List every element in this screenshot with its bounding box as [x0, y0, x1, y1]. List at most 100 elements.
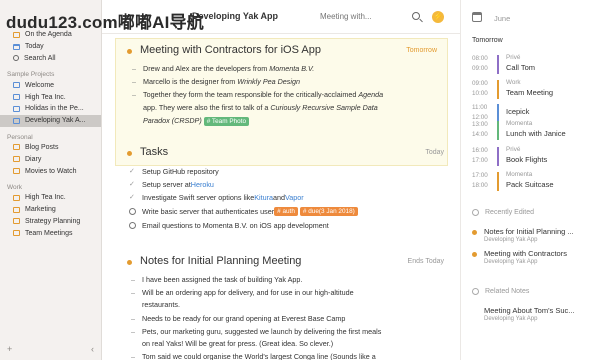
note-dot-icon [127, 260, 132, 265]
page-title: Developing Yak App [192, 11, 279, 21]
sidebar-item-label: Team Meetings [25, 229, 73, 237]
recently-edited-header: Recently Edited [472, 209, 534, 216]
task-item[interactable]: Write basic server that authenticates us… [129, 207, 358, 216]
sidebar-item-team-meetings[interactable]: Team Meetings [0, 227, 101, 239]
event-color-bar [497, 121, 499, 140]
notebook-icon [13, 194, 20, 201]
task-item[interactable]: ✓ Setup server at Heroku [129, 180, 214, 189]
note-line: – Together they form the team responsible… [132, 90, 384, 99]
sidebar-item-label: Holidas in the Pe... [25, 105, 84, 113]
link-vapor[interactable]: Vapor [285, 193, 304, 202]
project-icon [13, 117, 20, 124]
calendar-event[interactable]: 13:00 14:00 Momenta Lunch with Janice [472, 120, 598, 142]
right-panel: June Tomorrow 08:00 09:00 Privé Call Tom … [460, 0, 600, 360]
sidebar-section-work: Work [7, 183, 23, 191]
sidebar-item-search-all[interactable]: Search All [0, 53, 101, 65]
note-line: restaurants. [142, 300, 180, 309]
note-dot-icon [472, 252, 477, 257]
sidebar-section-sample-projects: Sample Projects [7, 71, 55, 79]
note-title: Notes for Initial Planning Meeting [140, 255, 302, 267]
tag-auth[interactable]: # auth [274, 207, 298, 216]
note-date[interactable]: Today [425, 149, 444, 156]
sidebar-item-label: Today [25, 43, 44, 51]
calendar-icon [13, 43, 20, 50]
calendar-event[interactable]: 17:00 18:00 Momenta Pack Suitcase [472, 171, 598, 193]
sidebar-item-welcome[interactable]: Welcome [0, 79, 101, 91]
sidebar-item-label: Blog Posts [25, 143, 59, 151]
checkbox-icon[interactable] [129, 208, 136, 215]
add-project-button[interactable]: + [7, 344, 12, 354]
link-icon [472, 288, 479, 295]
notebook-icon [13, 144, 20, 151]
checkmark-icon[interactable]: ✓ [129, 194, 136, 201]
calendar-event[interactable]: 08:00 09:00 Privé Call Tom [472, 54, 598, 76]
search-input[interactable] [320, 10, 384, 23]
sidebar-item-diary[interactable]: Diary [0, 153, 101, 165]
sidebar-item-label: High Tea Inc. [25, 93, 66, 101]
calendar-event[interactable]: 16:00 17:00 Privé Book Flights [472, 146, 598, 168]
event-color-bar [497, 80, 499, 99]
sidebar-item-blog-posts[interactable]: Blog Posts [0, 142, 101, 154]
sidebar-item-marketing[interactable]: Marketing [0, 204, 101, 216]
sidebar-item-label: Developing Yak A... [25, 117, 86, 125]
search-icon[interactable] [412, 12, 420, 20]
project-icon [13, 94, 20, 101]
search-icon [13, 55, 19, 62]
note-line: – Drew and Alex are the developers from M… [132, 64, 315, 73]
sidebar-footer: + ‹ [7, 344, 94, 354]
note-line: on real Yaks! Will be great for press. (… [142, 339, 334, 348]
calendar-event[interactable]: 09:00 10:00 Work Team Meeting [472, 79, 598, 101]
checkbox-icon[interactable] [129, 222, 136, 229]
watermark-text: dudu123.com嘟嘟AI导航 [6, 13, 204, 32]
note-dot-icon [127, 49, 132, 54]
notebook-icon [13, 230, 20, 237]
sidebar-item-label: High Tea Inc. [25, 194, 66, 202]
note-line: – Pets, our marketing guru, suggested we … [131, 327, 382, 336]
note-line: Paradox (CRSDP) # Team Photo [143, 115, 250, 128]
note-list: Meeting with Contractors for iOS App Tom… [102, 34, 460, 360]
tag-team-photo[interactable]: # Team Photo [203, 117, 250, 126]
link-kitura[interactable]: Kitura [254, 193, 273, 202]
sidebar-item-label: Strategy Planning [25, 217, 81, 225]
sidebar-item-strategy-planning[interactable]: Strategy Planning [0, 216, 101, 228]
sidebar-item-today[interactable]: Today [0, 41, 101, 53]
sidebar-item-label: Marketing [25, 206, 56, 214]
sidebar-item-label: Search All [24, 54, 56, 62]
sidebar-item-developing-yak-app[interactable]: Developing Yak A... [0, 114, 101, 127]
sidebar-item-label: Welcome [25, 81, 55, 89]
event-color-bar [497, 172, 499, 191]
note-line: – I have been assigned the task of buildi… [131, 275, 303, 284]
sidebar-item-label: Movies to Watch [25, 167, 77, 175]
sidebar-item-movies[interactable]: Movies to Watch [0, 165, 101, 177]
notebook-icon [13, 168, 20, 175]
sidebar-item-holidays[interactable]: Holidas in the Pe... [0, 103, 101, 115]
link-heroku[interactable]: Heroku [191, 180, 214, 189]
task-item[interactable]: ✓ Setup GitHub repository [129, 167, 219, 176]
project-icon [13, 105, 20, 112]
note-dot-icon [127, 151, 132, 156]
checkmark-icon[interactable]: ✓ [129, 181, 136, 188]
collapse-sidebar-button[interactable]: ‹ [91, 344, 94, 354]
task-item[interactable]: Email questions to Momenta B.V. on iOS a… [129, 221, 329, 230]
notebook-icon [13, 156, 20, 163]
notebook-icon [13, 206, 20, 213]
calendar-icon[interactable] [472, 12, 482, 22]
clock-icon [472, 209, 479, 216]
sidebar-item-high-tea[interactable]: High Tea Inc. [0, 91, 101, 103]
related-notes-header: Related Notes [472, 288, 529, 295]
notebook-icon [13, 218, 20, 225]
lightning-icon[interactable]: ⚡ [432, 11, 444, 23]
tag-due-date[interactable]: # due(3 Jan 2018) [299, 207, 358, 216]
sidebar-item-work-high-tea[interactable]: High Tea Inc. [0, 192, 101, 204]
sidebar-section-personal: Personal [7, 133, 33, 141]
note-date[interactable]: Tomorrow [406, 47, 437, 54]
sidebar-item-label: Diary [25, 155, 42, 163]
note-line: – Marcello is the designer from Wrinkly P… [132, 77, 300, 86]
checkmark-icon[interactable]: ✓ [129, 168, 136, 175]
event-color-bar [497, 55, 499, 74]
task-item[interactable]: ✓ Investigate Swift server options like … [129, 193, 304, 202]
event-color-bar [497, 147, 499, 166]
note-dot-icon [472, 230, 477, 235]
note-date[interactable]: Ends Today [408, 258, 444, 265]
note-line: – Will be an ordering app for delivery, a… [131, 288, 354, 297]
